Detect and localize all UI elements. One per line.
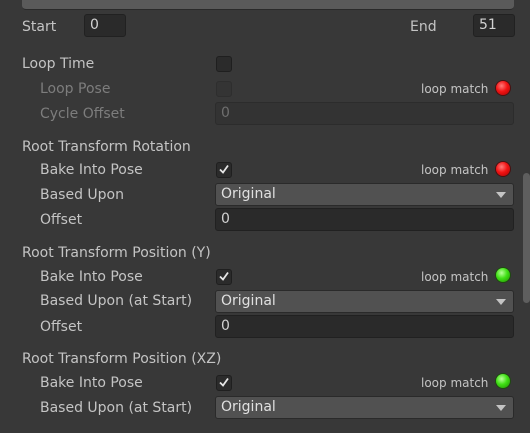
loop-match-label: loop match (421, 163, 489, 177)
start-label: Start (22, 19, 57, 35)
dropdown-value: Original (221, 186, 276, 202)
offset-label: Offset (40, 212, 83, 228)
offset-label: Offset (40, 319, 83, 335)
rotation-offset-field[interactable]: 0 (215, 208, 514, 231)
based-upon-label: Based Upon (at Start) (40, 400, 193, 416)
cycle-offset-field[interactable]: 0 (215, 102, 514, 125)
root-position-xz-heading: Root Transform Position (XZ) (22, 351, 222, 367)
chevron-down-icon (496, 299, 506, 305)
bake-position-y-checkbox[interactable] (216, 269, 232, 285)
start-field[interactable]: 0 (84, 14, 126, 37)
loop-match-label: loop match (421, 82, 489, 96)
timeline-scrubber[interactable] (22, 0, 514, 10)
loop-match-indicator (496, 162, 510, 176)
bake-rotation-checkbox[interactable] (216, 162, 232, 178)
vertical-scrollbar[interactable] (523, 173, 530, 303)
loop-time-label: Loop Time (22, 56, 95, 72)
root-rotation-heading: Root Transform Rotation (22, 139, 191, 155)
loop-pose-checkbox[interactable] (216, 81, 232, 97)
based-upon-label: Based Upon (at Start) (40, 293, 193, 309)
chevron-down-icon (496, 405, 506, 411)
checkmark-icon (219, 164, 229, 174)
chevron-down-icon (496, 192, 506, 198)
loop-match-indicator (496, 374, 510, 388)
loop-match-indicator (496, 81, 510, 95)
position-xz-based-upon-dropdown[interactable]: Original (215, 396, 514, 419)
loop-pose-label: Loop Pose (40, 81, 111, 97)
loop-match-label: loop match (421, 376, 489, 390)
bake-into-pose-label: Bake Into Pose (40, 375, 143, 391)
position-y-based-upon-dropdown[interactable]: Original (215, 290, 514, 313)
dropdown-value: Original (221, 293, 276, 309)
checkmark-icon (219, 271, 229, 281)
position-y-offset-field[interactable]: 0 (215, 315, 514, 338)
loop-match-label: loop match (421, 270, 489, 284)
root-position-y-heading: Root Transform Position (Y) (22, 245, 211, 261)
checkmark-icon (219, 377, 229, 387)
bake-into-pose-label: Bake Into Pose (40, 162, 143, 178)
dropdown-value: Original (221, 399, 276, 415)
loop-match-indicator (496, 268, 510, 282)
loop-time-checkbox[interactable] (216, 56, 232, 72)
bake-into-pose-label: Bake Into Pose (40, 269, 143, 285)
based-upon-label: Based Upon (40, 187, 124, 203)
rotation-based-upon-dropdown[interactable]: Original (215, 183, 514, 206)
end-label: End (410, 19, 437, 35)
cycle-offset-label: Cycle Offset (40, 106, 125, 122)
bake-position-xz-checkbox[interactable] (216, 375, 232, 391)
end-field[interactable]: 51 (473, 14, 515, 37)
